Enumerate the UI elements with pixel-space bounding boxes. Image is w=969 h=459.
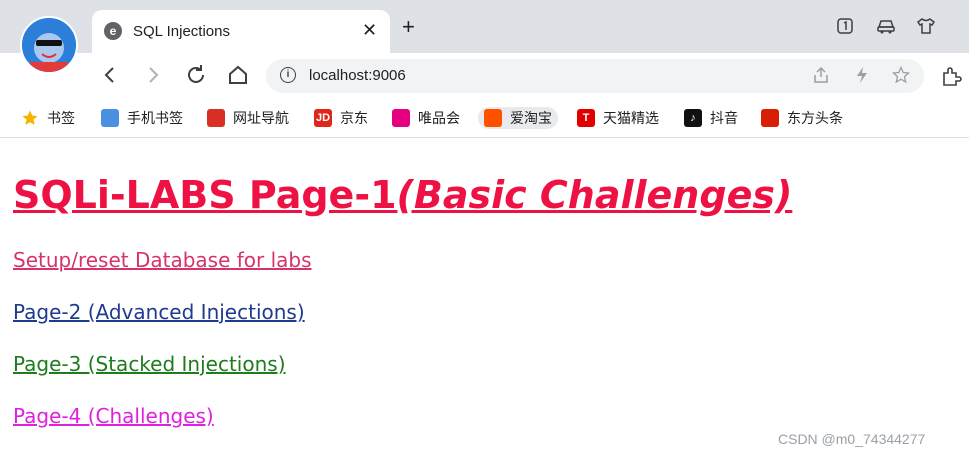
back-icon[interactable] [98, 63, 122, 87]
page-2-link[interactable]: Page-2 (Advanced Injections) [13, 299, 305, 325]
edge-favicon-icon: e [104, 22, 122, 40]
bookmark-label: 手机书签 [127, 110, 183, 126]
vip-icon [392, 109, 410, 127]
tab-strip: e SQL Injections ✕ + [0, 0, 969, 74]
taobao-icon [484, 109, 502, 127]
share-icon[interactable] [812, 66, 830, 89]
bookmark-label: 网址导航 [233, 110, 289, 126]
shirt-icon[interactable] [916, 17, 936, 37]
tab-count-icon[interactable] [835, 17, 855, 37]
bookmark-item[interactable]: ♪ 抖音 [684, 107, 738, 129]
mobile-bookmark-icon [101, 109, 119, 127]
browser-toolbar: i localhost:9006 [0, 53, 969, 99]
navigation-icon [207, 109, 225, 127]
bookmarks-bar: 书签 手机书签 网址导航 JD 京东 唯品会 爱淘宝 T 天猫精选 ♪ 抖音 东方头条 [0, 99, 969, 138]
bookmark-label: 京东 [340, 110, 368, 126]
lightning-icon[interactable] [853, 66, 871, 89]
dftt-icon [761, 109, 779, 127]
home-icon[interactable] [226, 63, 250, 87]
bookmark-label: 爱淘宝 [510, 110, 552, 126]
page-title-main: SQLi-LABS Page-1 [13, 173, 397, 217]
bookmark-item[interactable]: T 天猫精选 [577, 107, 659, 129]
profile-avatar[interactable] [20, 16, 78, 74]
active-tab[interactable]: e SQL Injections ✕ [92, 10, 390, 53]
page-3-link[interactable]: Page-3 (Stacked Injections) [13, 351, 286, 377]
bookmark-label: 书签 [47, 110, 75, 126]
star-icon [21, 109, 39, 127]
new-tab-icon[interactable]: + [402, 16, 415, 38]
douyin-icon: ♪ [684, 109, 702, 127]
bookmark-label: 唯品会 [418, 110, 460, 126]
favorite-star-icon[interactable] [891, 65, 911, 89]
page-title-sub: (Basic Challenges) [396, 173, 793, 217]
address-bar[interactable]: i localhost:9006 [266, 59, 924, 93]
address-url[interactable]: localhost:9006 [309, 67, 406, 84]
reload-icon[interactable] [184, 63, 208, 87]
tmall-icon: T [577, 109, 595, 127]
bookmark-item[interactable]: 网址导航 [207, 107, 289, 129]
jd-icon: JD [314, 109, 332, 127]
page-title: SQLi-LABS Page-1(Basic Challenges) [13, 170, 792, 220]
extensions-icon[interactable] [940, 65, 962, 92]
car-icon[interactable] [876, 17, 896, 37]
bookmark-item[interactable]: 爱淘宝 [478, 107, 558, 129]
forward-icon[interactable] [141, 63, 165, 87]
watermark: CSDN @m0_74344277 [778, 431, 926, 447]
bookmark-item[interactable]: 书签 [21, 107, 75, 129]
site-info-icon[interactable]: i [280, 67, 296, 83]
tab-close-icon[interactable]: ✕ [362, 20, 377, 40]
bookmark-item[interactable]: 手机书签 [101, 107, 183, 129]
bookmark-label: 抖音 [710, 110, 738, 126]
setup-database-link[interactable]: Setup/reset Database for labs [13, 247, 312, 273]
bookmark-label: 东方头条 [787, 110, 843, 126]
tab-title: SQL Injections [133, 23, 230, 40]
bookmark-item[interactable]: 东方头条 [761, 107, 843, 129]
bookmark-label: 天猫精选 [603, 110, 659, 126]
bookmark-item[interactable]: 唯品会 [392, 107, 460, 129]
bookmark-item[interactable]: JD 京东 [314, 107, 368, 129]
page-4-link[interactable]: Page-4 (Challenges) [13, 403, 214, 429]
